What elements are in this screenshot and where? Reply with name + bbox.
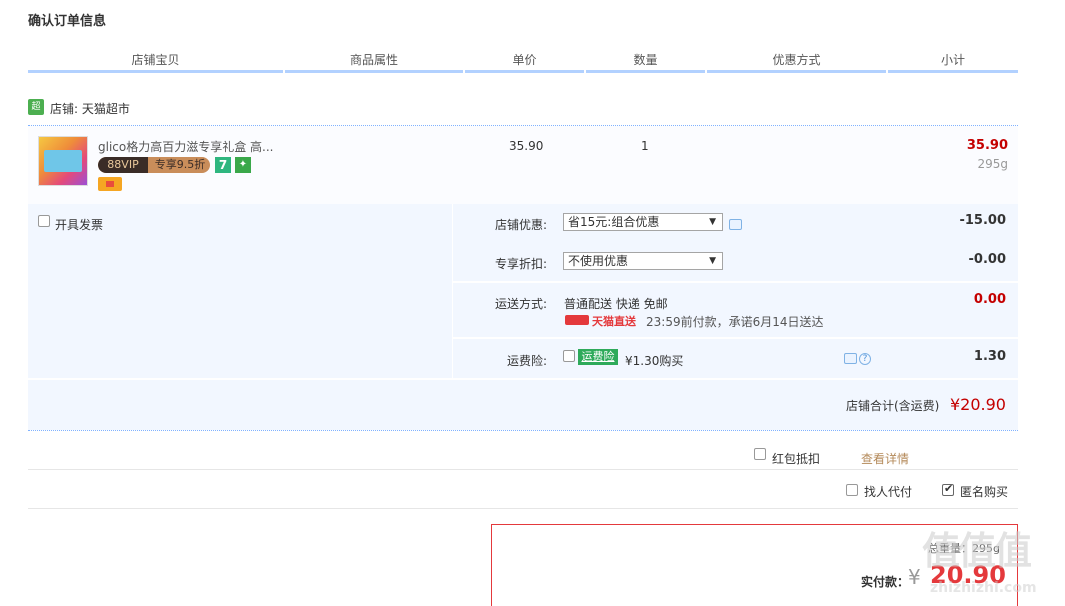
red-packet-checkbox[interactable] [754, 448, 766, 460]
shop-discount-select[interactable]: 省15元:组合优惠 ▼ [563, 213, 723, 231]
insurance-tag[interactable]: 运费险 [578, 349, 618, 365]
header-underline [888, 70, 1018, 73]
quantity: 1 [641, 139, 649, 153]
header-attributes: 商品属性 [349, 53, 398, 67]
dropdown-arrow-icon: ▼ [709, 217, 716, 227]
88vip-badge: 88VIP 专享9.5折 [98, 157, 210, 173]
header-discount: 优惠方式 [772, 53, 821, 67]
shipping-amount: 0.00 [973, 292, 1006, 307]
insurance-amount: 1.30 [973, 349, 1006, 364]
vip-badge-left: 88VIP [98, 157, 148, 173]
tmall-direct-label: 天猫直送 [592, 315, 636, 328]
seven-day-return-icon[interactable]: 7 [215, 157, 231, 173]
invoice-label: 开具发票 [55, 218, 104, 232]
header-unit-price: 单价 [512, 53, 537, 67]
insurance-checkbox[interactable] [563, 350, 575, 362]
shop-total-label: 店铺合计(含运费) [846, 399, 940, 413]
header-underline [28, 70, 283, 73]
divider [28, 508, 1018, 509]
shop-discount-value: 省15元:组合优惠 [568, 215, 660, 229]
vip-discount-select[interactable]: 不使用优惠 ▼ [563, 252, 723, 270]
credit-card-icon[interactable] [98, 177, 122, 191]
pay-label: 实付款： [861, 575, 910, 589]
shipping-method: 普通配送 快递 免邮 [564, 297, 668, 311]
chat-icon[interactable] [729, 219, 742, 230]
anonymous-label: 匿名购买 [960, 485, 1009, 499]
header-underline [465, 70, 584, 73]
watermark-logo: 值值值 [922, 529, 1032, 573]
divider [28, 469, 1018, 470]
panel-divider [453, 281, 1018, 283]
help-icon[interactable]: ? [859, 353, 871, 365]
proxy-pay-label: 找人代付 [864, 485, 913, 499]
product-thumbnail-detail [44, 150, 82, 172]
shipping-eta: 23:59前付款，承诺6月14日送达 [646, 315, 824, 329]
panel-divider [452, 204, 453, 378]
product-name[interactable]: glico格力高百力滋专享礼盒 高... [98, 138, 273, 155]
vip-discount-amount: -0.00 [968, 252, 1006, 267]
shop-name[interactable]: 店铺: 天猫超市 [50, 100, 130, 117]
vip-discount-value: 不使用优惠 [568, 254, 629, 268]
currency-symbol: ¥ [908, 565, 921, 589]
insurance-label: 运费险: [507, 354, 548, 368]
red-packet-label: 红包抵扣 [772, 452, 821, 466]
view-details-link[interactable]: 查看详情 [861, 450, 909, 467]
panel-divider [28, 378, 1018, 380]
shop-total-amount: ¥20.90 [950, 395, 1006, 414]
shop-discount-label: 店铺优惠: [495, 218, 548, 232]
insurance-price: ¥1.30购买 [625, 354, 684, 368]
chat-icon[interactable] [844, 353, 857, 364]
proxy-pay-checkbox[interactable] [846, 484, 858, 496]
unit-price: 35.90 [509, 139, 544, 153]
header-subtotal: 小计 [940, 53, 965, 67]
header-underline [586, 70, 705, 73]
item-subtotal: 35.90 [966, 138, 1008, 153]
tmall-cat-icon [565, 315, 589, 325]
divider [28, 430, 1018, 431]
invoice-checkbox[interactable] [38, 215, 50, 227]
watermark-url: zhizhizhi.com [930, 580, 1037, 596]
anonymous-checkbox[interactable] [942, 482, 954, 496]
dropdown-arrow-icon: ▼ [709, 256, 716, 266]
guarantee-icon[interactable]: ✦ [235, 157, 251, 173]
vip-badge-right: 专享9.5折 [154, 158, 206, 171]
item-weight: 295g [977, 157, 1008, 171]
shop-discount-amount: -15.00 [959, 213, 1006, 228]
vip-discount-label: 专享折扣: [495, 257, 548, 271]
shipping-label: 运送方式: [495, 297, 548, 311]
header-underline [285, 70, 463, 73]
header-quantity: 数量 [633, 53, 658, 67]
header-shop-item: 店铺宝贝 [131, 53, 180, 67]
panel-divider [453, 337, 1018, 339]
header-underline [707, 70, 886, 73]
tmall-supermarket-icon: 超市 [28, 99, 44, 128]
page-title: 确认订单信息 [28, 14, 107, 29]
